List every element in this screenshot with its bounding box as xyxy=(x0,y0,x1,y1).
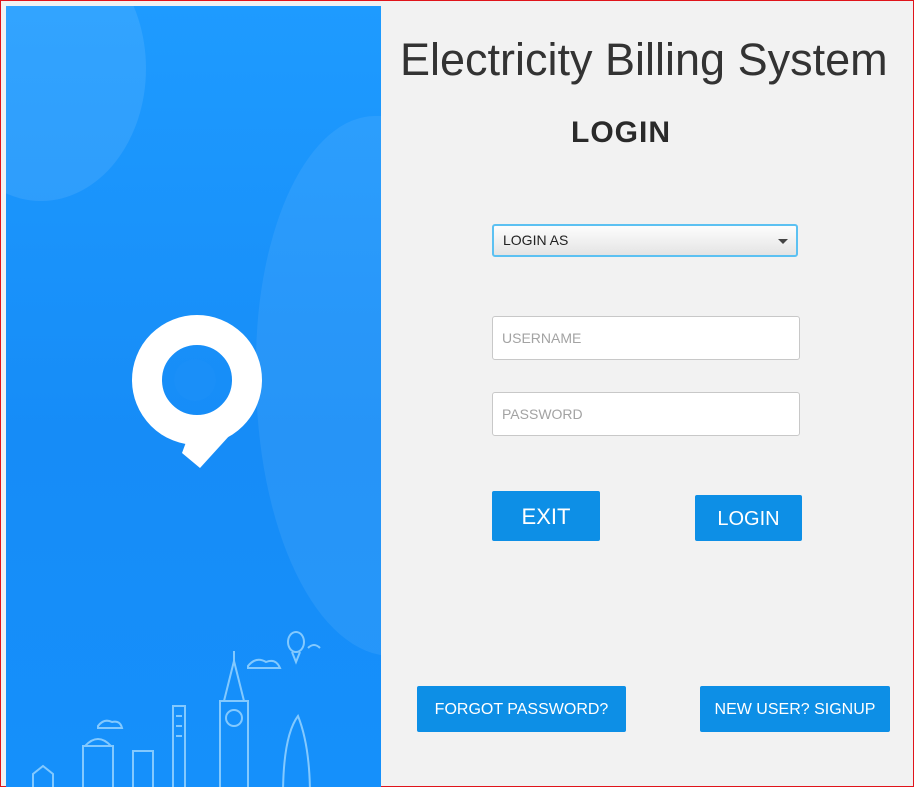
decorative-wave xyxy=(256,116,381,656)
signup-button[interactable]: NEW USER? SIGNUP xyxy=(700,686,890,732)
location-pin-logo-icon xyxy=(132,315,262,468)
dropdown-selected-value: LOGIN AS xyxy=(503,232,569,248)
login-button[interactable]: LOGIN xyxy=(695,495,802,541)
password-input[interactable] xyxy=(492,392,800,436)
city-skyline-illustration xyxy=(32,631,321,787)
forgot-password-button[interactable]: FORGOT PASSWORD? xyxy=(417,686,626,732)
login-heading: LOGIN xyxy=(571,116,671,149)
username-input[interactable] xyxy=(492,316,800,360)
exit-button[interactable]: EXIT xyxy=(492,491,600,541)
brand-panel xyxy=(6,6,381,787)
app-title: Electricity Billing System xyxy=(400,34,888,85)
decorative-blob xyxy=(6,6,146,201)
login-role-dropdown[interactable]: LOGIN AS xyxy=(492,224,798,257)
chevron-down-icon[interactable] xyxy=(778,239,788,244)
